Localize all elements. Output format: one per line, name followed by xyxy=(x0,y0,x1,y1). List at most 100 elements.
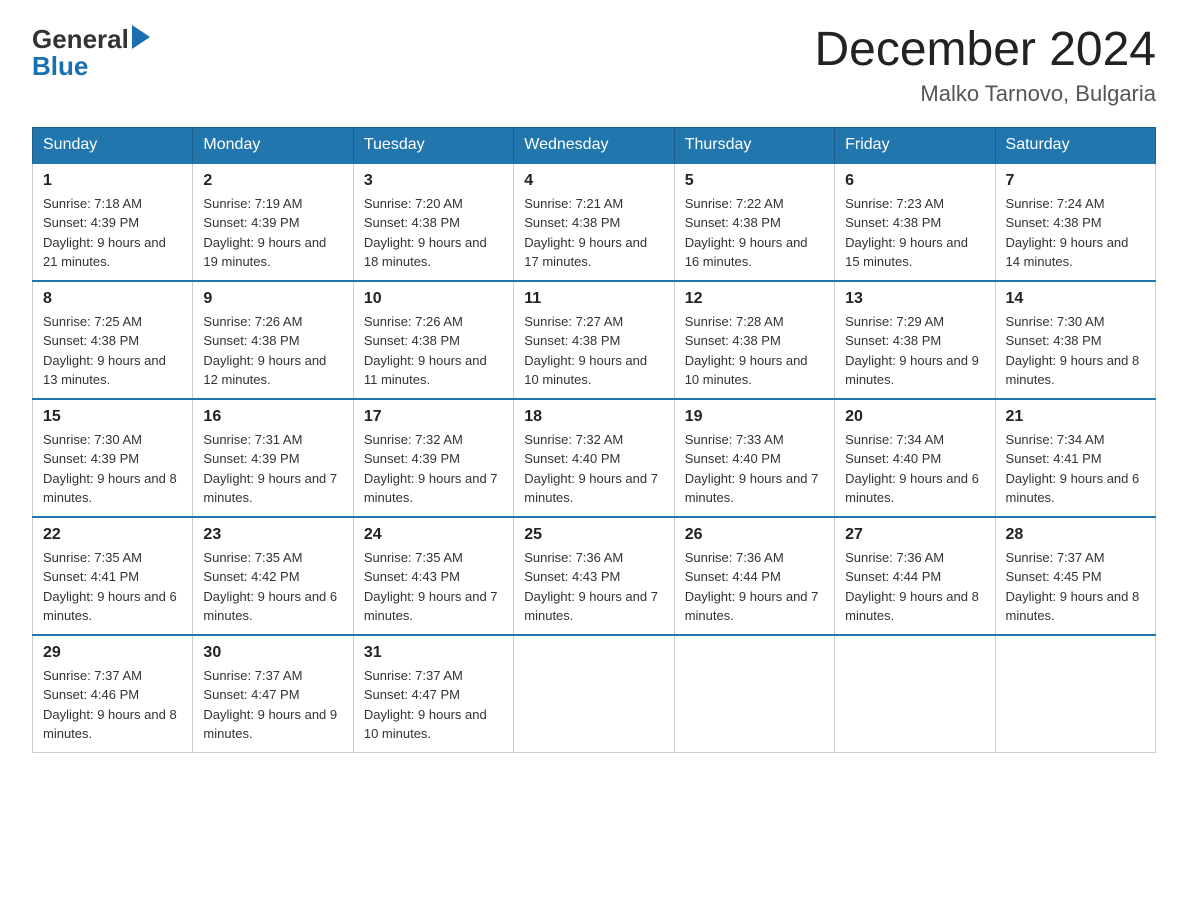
table-row: 25Sunrise: 7:36 AMSunset: 4:43 PMDayligh… xyxy=(514,517,674,635)
table-row: 14Sunrise: 7:30 AMSunset: 4:38 PMDayligh… xyxy=(995,281,1155,399)
day-info: Sunrise: 7:37 AMSunset: 4:47 PMDaylight:… xyxy=(364,666,503,744)
day-number: 17 xyxy=(364,408,503,426)
calendar-table: Sunday Monday Tuesday Wednesday Thursday… xyxy=(32,127,1156,753)
day-number: 23 xyxy=(203,526,342,544)
day-info: Sunrise: 7:34 AMSunset: 4:41 PMDaylight:… xyxy=(1006,430,1145,508)
day-number: 31 xyxy=(364,644,503,662)
day-info: Sunrise: 7:27 AMSunset: 4:38 PMDaylight:… xyxy=(524,312,663,390)
table-row: 22 Sunrise: 7:35 AMSunset: 4:41 PMDayligh… xyxy=(33,517,193,635)
table-row: 1 Sunrise: 7:18 AMSunset: 4:39 PMDaylight… xyxy=(33,163,193,281)
day-number: 12 xyxy=(685,290,824,308)
calendar-week-row: 29 Sunrise: 7:37 AMSunset: 4:46 PMDayligh… xyxy=(33,635,1156,753)
calendar-week-row: 15 Sunrise: 7:30 AMSunset: 4:39 PMDayligh… xyxy=(33,399,1156,517)
table-row: 2 Sunrise: 7:19 AMSunset: 4:39 PMDaylight… xyxy=(193,163,353,281)
day-info: Sunrise: 7:21 AMSunset: 4:38 PMDaylight:… xyxy=(524,194,663,272)
day-info: Sunrise: 7:35 AMSunset: 4:41 PMDaylight:… xyxy=(43,548,182,626)
day-info: Sunrise: 7:26 AMSunset: 4:38 PMDaylight:… xyxy=(364,312,503,390)
day-info: Sunrise: 7:31 AMSunset: 4:39 PMDaylight:… xyxy=(203,430,342,508)
day-info: Sunrise: 7:36 AMSunset: 4:44 PMDaylight:… xyxy=(685,548,824,626)
table-row xyxy=(674,635,834,753)
logo: General Blue xyxy=(32,24,150,82)
day-info: Sunrise: 7:33 AMSunset: 4:40 PMDaylight:… xyxy=(685,430,824,508)
day-info: Sunrise: 7:37 AMSunset: 4:46 PMDaylight:… xyxy=(43,666,182,744)
month-title: December 2024 xyxy=(814,24,1156,77)
table-row xyxy=(835,635,995,753)
day-info: Sunrise: 7:30 AMSunset: 4:39 PMDaylight:… xyxy=(43,430,182,508)
day-number: 11 xyxy=(524,290,663,308)
day-info: Sunrise: 7:20 AMSunset: 4:38 PMDaylight:… xyxy=(364,194,503,272)
day-number: 8 xyxy=(43,290,182,308)
col-friday: Friday xyxy=(835,127,995,163)
day-number: 18 xyxy=(524,408,663,426)
col-tuesday: Tuesday xyxy=(353,127,513,163)
day-info: Sunrise: 7:32 AMSunset: 4:40 PMDaylight:… xyxy=(524,430,663,508)
table-row: 7Sunrise: 7:24 AMSunset: 4:38 PMDaylight… xyxy=(995,163,1155,281)
day-number: 16 xyxy=(203,408,342,426)
table-row: 15 Sunrise: 7:30 AMSunset: 4:39 PMDayligh… xyxy=(33,399,193,517)
day-number: 1 xyxy=(43,172,182,190)
day-info: Sunrise: 7:36 AMSunset: 4:44 PMDaylight:… xyxy=(845,548,984,626)
day-number: 3 xyxy=(364,172,503,190)
day-number: 9 xyxy=(203,290,342,308)
calendar-week-row: 8 Sunrise: 7:25 AMSunset: 4:38 PMDaylight… xyxy=(33,281,1156,399)
day-info: Sunrise: 7:25 AMSunset: 4:38 PMDaylight:… xyxy=(43,312,182,390)
table-row: 28 Sunrise: 7:37 AMSunset: 4:45 PMDayligh… xyxy=(995,517,1155,635)
day-info: Sunrise: 7:29 AMSunset: 4:38 PMDaylight:… xyxy=(845,312,984,390)
day-number: 2 xyxy=(203,172,342,190)
day-info: Sunrise: 7:18 AMSunset: 4:39 PMDaylight:… xyxy=(43,194,182,272)
table-row: 13 Sunrise: 7:29 AMSunset: 4:38 PMDayligh… xyxy=(835,281,995,399)
day-info: Sunrise: 7:24 AMSunset: 4:38 PMDaylight:… xyxy=(1006,194,1145,272)
day-info: Sunrise: 7:34 AMSunset: 4:40 PMDaylight:… xyxy=(845,430,984,508)
day-number: 19 xyxy=(685,408,824,426)
table-row: 9 Sunrise: 7:26 AMSunset: 4:38 PMDaylight… xyxy=(193,281,353,399)
col-sunday: Sunday xyxy=(33,127,193,163)
table-row: 24 Sunrise: 7:35 AMSunset: 4:43 PMDayligh… xyxy=(353,517,513,635)
table-row: 10 Sunrise: 7:26 AMSunset: 4:38 PMDayligh… xyxy=(353,281,513,399)
table-row: 20 Sunrise: 7:34 AMSunset: 4:40 PMDayligh… xyxy=(835,399,995,517)
table-row: 30Sunrise: 7:37 AMSunset: 4:47 PMDayligh… xyxy=(193,635,353,753)
table-row: 11 Sunrise: 7:27 AMSunset: 4:38 PMDayligh… xyxy=(514,281,674,399)
day-info: Sunrise: 7:28 AMSunset: 4:38 PMDaylight:… xyxy=(685,312,824,390)
table-row: 3 Sunrise: 7:20 AMSunset: 4:38 PMDaylight… xyxy=(353,163,513,281)
table-row: 6Sunrise: 7:23 AMSunset: 4:38 PMDaylight… xyxy=(835,163,995,281)
day-number: 4 xyxy=(524,172,663,190)
day-number: 21 xyxy=(1006,408,1145,426)
day-number: 28 xyxy=(1006,526,1145,544)
day-number: 20 xyxy=(845,408,984,426)
day-number: 27 xyxy=(845,526,984,544)
day-number: 29 xyxy=(43,644,182,662)
day-info: Sunrise: 7:35 AMSunset: 4:43 PMDaylight:… xyxy=(364,548,503,626)
day-number: 25 xyxy=(524,526,663,544)
day-info: Sunrise: 7:19 AMSunset: 4:39 PMDaylight:… xyxy=(203,194,342,272)
calendar-header-row: Sunday Monday Tuesday Wednesday Thursday… xyxy=(33,127,1156,163)
day-number: 22 xyxy=(43,526,182,544)
day-number: 5 xyxy=(685,172,824,190)
day-number: 26 xyxy=(685,526,824,544)
day-number: 24 xyxy=(364,526,503,544)
day-number: 14 xyxy=(1006,290,1145,308)
table-row: 12 Sunrise: 7:28 AMSunset: 4:38 PMDayligh… xyxy=(674,281,834,399)
table-row: 5 Sunrise: 7:22 AMSunset: 4:38 PMDaylight… xyxy=(674,163,834,281)
day-info: Sunrise: 7:26 AMSunset: 4:38 PMDaylight:… xyxy=(203,312,342,390)
day-number: 6 xyxy=(845,172,984,190)
table-row: 21 Sunrise: 7:34 AMSunset: 4:41 PMDayligh… xyxy=(995,399,1155,517)
table-row: 4 Sunrise: 7:21 AMSunset: 4:38 PMDaylight… xyxy=(514,163,674,281)
table-row: 26 Sunrise: 7:36 AMSunset: 4:44 PMDayligh… xyxy=(674,517,834,635)
day-info: Sunrise: 7:22 AMSunset: 4:38 PMDaylight:… xyxy=(685,194,824,272)
table-row: 31 Sunrise: 7:37 AMSunset: 4:47 PMDayligh… xyxy=(353,635,513,753)
table-row: 18 Sunrise: 7:32 AMSunset: 4:40 PMDayligh… xyxy=(514,399,674,517)
calendar-week-row: 1 Sunrise: 7:18 AMSunset: 4:39 PMDaylight… xyxy=(33,163,1156,281)
table-row: 8 Sunrise: 7:25 AMSunset: 4:38 PMDaylight… xyxy=(33,281,193,399)
table-row: 16 Sunrise: 7:31 AMSunset: 4:39 PMDayligh… xyxy=(193,399,353,517)
day-number: 15 xyxy=(43,408,182,426)
day-number: 30 xyxy=(203,644,342,662)
logo-blue-text: Blue xyxy=(32,51,88,82)
col-wednesday: Wednesday xyxy=(514,127,674,163)
calendar-week-row: 22 Sunrise: 7:35 AMSunset: 4:41 PMDayligh… xyxy=(33,517,1156,635)
day-number: 10 xyxy=(364,290,503,308)
logo-arrow-icon xyxy=(132,25,150,49)
table-row xyxy=(514,635,674,753)
day-number: 13 xyxy=(845,290,984,308)
day-info: Sunrise: 7:37 AMSunset: 4:45 PMDaylight:… xyxy=(1006,548,1145,626)
col-monday: Monday xyxy=(193,127,353,163)
